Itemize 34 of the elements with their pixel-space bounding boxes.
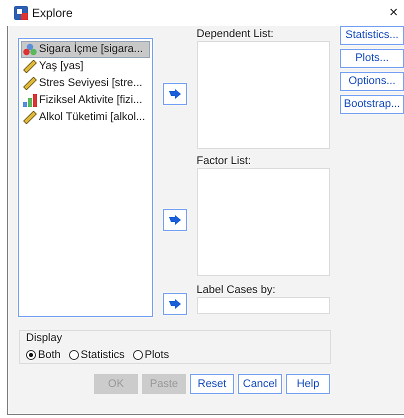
dependent-list-label: Dependent List: <box>196 28 275 41</box>
variable-item[interactable]: Sigara İçme [sigara... <box>21 41 150 58</box>
variable-item[interactable]: Stres Seviyesi [stre... <box>21 75 150 92</box>
dialog-button[interactable]: Statistics... <box>340 26 404 45</box>
label-cases-label: Label Cases by: <box>196 284 276 297</box>
arrow-icon <box>168 89 181 99</box>
ruler-icon <box>23 111 37 124</box>
dialog-button[interactable]: Bootstrap... <box>340 95 404 114</box>
arrow-icon <box>168 215 181 225</box>
variable-item[interactable]: Fiziksel Aktivite [fizi... <box>21 92 150 109</box>
ruler-icon <box>23 77 37 90</box>
circles-icon <box>23 43 37 56</box>
radio-option[interactable]: Both <box>26 347 61 364</box>
dialog-button[interactable]: Reset <box>190 374 234 394</box>
move-arrow-button[interactable] <box>162 209 187 231</box>
display-group-title: Display <box>26 331 64 345</box>
radio-option[interactable]: Plots <box>132 347 170 364</box>
bar-chart-icon <box>23 94 37 107</box>
radio-option[interactable]: Statistics <box>68 347 125 364</box>
label-cases-field[interactable] <box>196 297 330 314</box>
app-icon <box>14 6 28 20</box>
window-title: Explore <box>32 5 73 22</box>
dialog-button[interactable]: Plots... <box>340 49 404 68</box>
variable-item[interactable]: Alkol Tüketimi [alkol... <box>21 109 150 126</box>
dialog-button[interactable]: Help <box>286 374 330 394</box>
dialog-button[interactable]: Cancel <box>238 374 282 394</box>
close-button[interactable]: × <box>389 2 398 24</box>
variable-item[interactable]: Yaş [yas] <box>21 58 150 75</box>
move-arrow-button[interactable] <box>162 293 187 315</box>
ruler-icon <box>23 60 37 73</box>
arrow-icon <box>168 299 181 309</box>
dialog-button[interactable]: Options... <box>340 72 404 91</box>
factor-list-label: Factor List: <box>196 155 252 168</box>
move-arrow-button[interactable] <box>162 83 187 105</box>
